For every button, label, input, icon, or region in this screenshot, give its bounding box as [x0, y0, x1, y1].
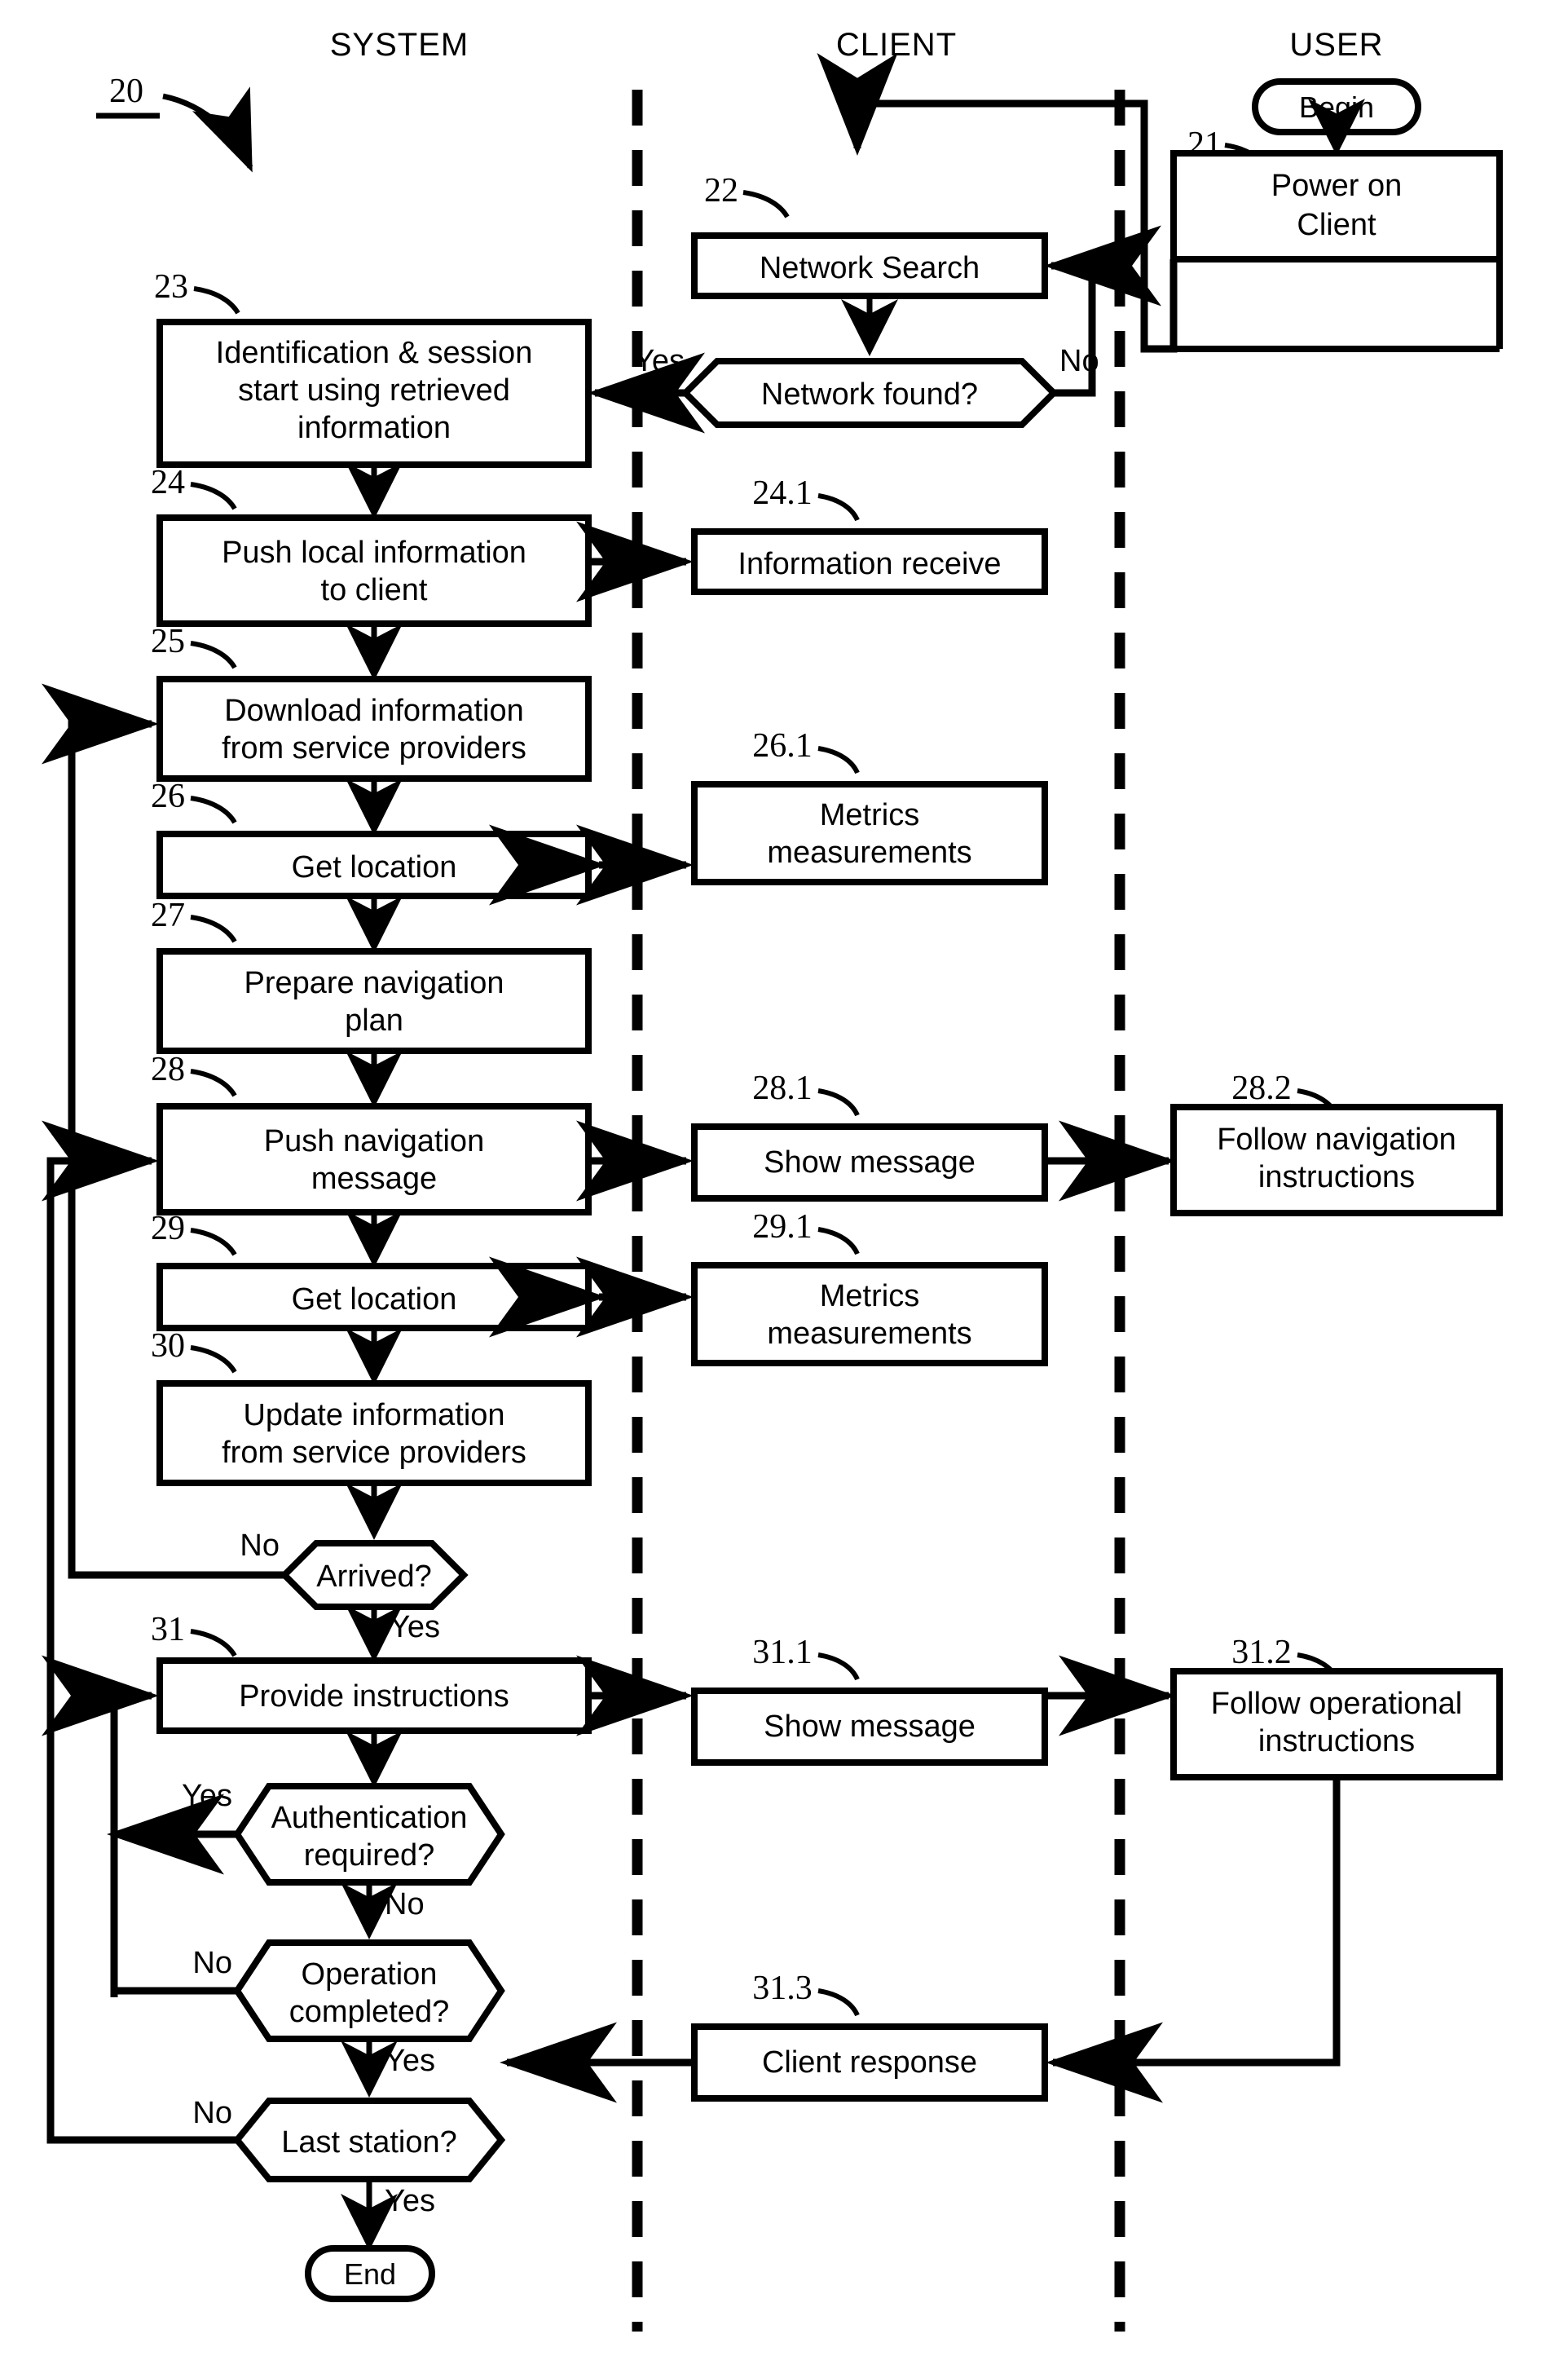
node-metrics-measurements-1-line2: measurements	[767, 836, 971, 870]
figure-ref-label: 20	[109, 73, 143, 110]
node-update-information-line2: from service providers	[222, 1436, 526, 1470]
node-follow-operational-instructions-line2: instructions	[1258, 1724, 1415, 1758]
ref-28-1: 28.1	[752, 1070, 813, 1107]
node-identification-session[interactable]: Identification & session start using ret…	[156, 319, 592, 468]
edge-label-arrived-no: No	[240, 1529, 280, 1563]
node-get-location-1[interactable]: Get location	[156, 831, 592, 899]
node-metrics-measurements-2-line2: measurements	[767, 1317, 971, 1351]
node-metrics-measurements-1-line1: Metrics	[820, 798, 919, 832]
ref-26-1: 26.1	[752, 727, 813, 765]
node-identification-session-line1: Identification & session	[216, 336, 533, 370]
node-push-navigation-message-line2: message	[311, 1162, 437, 1196]
node-update-information[interactable]: Update information from service provider…	[156, 1380, 592, 1486]
decision-last-station-label: Last station?	[281, 2125, 456, 2160]
node-information-receive[interactable]: Information receive	[691, 528, 1048, 595]
ref-28: 28	[151, 1051, 185, 1088]
node-identification-session-line2: start using retrieved	[238, 373, 510, 408]
node-prepare-navigation-plan-line2: plan	[345, 1004, 403, 1038]
lane-title-system: SYSTEM	[330, 27, 469, 63]
node-push-navigation-message-line1: Push navigation	[264, 1124, 484, 1158]
edge-label-laststation-yes: Yes	[385, 2184, 435, 2218]
node-client-response[interactable]: Client response	[691, 2023, 1048, 2102]
ref-31: 31	[151, 1611, 185, 1648]
node-network-search[interactable]: Network Search	[691, 232, 1048, 299]
ref-29: 29	[151, 1210, 185, 1247]
decision-authentication-required-line2: required?	[304, 1838, 435, 1873]
ref-31-1: 31.1	[752, 1634, 813, 1671]
node-power-on-client[interactable]: Power on Client	[1170, 150, 1503, 263]
node-push-navigation-message[interactable]: Push navigation message	[156, 1103, 592, 1215]
node-push-local-information-line2: to client	[321, 573, 428, 607]
node-client-response-label: Client response	[762, 2045, 977, 2080]
node-information-receive-label: Information receive	[738, 547, 1001, 581]
node-metrics-measurements-2-line1: Metrics	[820, 1279, 919, 1313]
ref-24-1: 24.1	[752, 474, 813, 512]
flowchart-figure: SYSTEM CLIENT USER 20 Begin 21 Power on …	[0, 0, 1568, 2378]
decision-arrived-label: Arrived?	[316, 1560, 432, 1594]
node-follow-operational-instructions[interactable]: Follow operational instructions	[1170, 1668, 1503, 1780]
node-follow-navigation-instructions-line2: instructions	[1258, 1160, 1415, 1194]
ref-29-1: 29.1	[752, 1208, 813, 1246]
node-show-message-1[interactable]: Show message	[691, 1123, 1048, 1202]
node-prepare-navigation-plan-line1: Prepare navigation	[244, 966, 504, 1000]
node-download-information-line2: from service providers	[222, 731, 526, 765]
ref-23: 23	[154, 268, 188, 306]
decision-operation-completed[interactable]: Operation completed?	[233, 1939, 505, 2042]
decision-network-found[interactable]: Network found?	[680, 358, 1059, 428]
node-show-message-2-label: Show message	[764, 1710, 976, 1744]
edge-label-auth-no: No	[385, 1887, 425, 1921]
node-provide-instructions[interactable]: Provide instructions	[156, 1657, 592, 1734]
node-show-message-2[interactable]: Show message	[691, 1688, 1048, 1766]
node-follow-operational-instructions-line1: Follow operational	[1211, 1687, 1462, 1721]
lane-title-user: USER	[1289, 27, 1383, 63]
edge-label-network-found-yes: Yes	[634, 344, 685, 378]
ref-31-2: 31.2	[1231, 1634, 1292, 1671]
node-show-message-1-label: Show message	[764, 1145, 976, 1180]
node-get-location-2[interactable]: Get location	[156, 1263, 592, 1331]
node-push-local-information-line1: Push local information	[222, 536, 526, 570]
decision-network-found-label: Network found?	[761, 377, 978, 412]
node-power-on-client-line2: Client	[1297, 208, 1376, 242]
lane-title-client: CLIENT	[836, 27, 957, 63]
node-metrics-measurements-1[interactable]: Metrics measurements	[691, 781, 1048, 885]
ref-28-2: 28.2	[1231, 1070, 1292, 1107]
edge-label-auth-yes: Yes	[182, 1779, 232, 1813]
edge-label-operation-yes: Yes	[385, 2044, 435, 2078]
ref-26: 26	[151, 778, 185, 815]
ref-24: 24	[151, 464, 185, 501]
edge-label-laststation-no: No	[192, 2096, 232, 2130]
node-download-information-line1: Download information	[224, 694, 524, 728]
ref-22: 22	[704, 172, 738, 210]
terminator-begin: Begin	[1252, 78, 1421, 135]
node-download-information[interactable]: Download information from service provid…	[156, 676, 592, 782]
ref-27: 27	[151, 897, 185, 934]
decision-operation-completed-line1: Operation	[302, 1957, 438, 1992]
node-get-location-2-label: Get location	[292, 1282, 457, 1317]
edge-label-operation-no: No	[192, 1946, 232, 1980]
decision-arrived[interactable]: Arrived?	[280, 1540, 469, 1610]
ref-25: 25	[151, 623, 185, 660]
node-get-location-1-label: Get location	[292, 850, 457, 885]
decision-authentication-required-line1: Authentication	[271, 1801, 468, 1835]
decision-operation-completed-line2: completed?	[289, 1995, 449, 2029]
node-update-information-line1: Update information	[243, 1398, 504, 1432]
node-metrics-measurements-2[interactable]: Metrics measurements	[691, 1262, 1048, 1366]
node-follow-navigation-instructions[interactable]: Follow navigation instructions	[1170, 1104, 1503, 1216]
terminator-end: End	[305, 2245, 435, 2302]
node-prepare-navigation-plan[interactable]: Prepare navigation plan	[156, 948, 592, 1054]
node-power-on-client-line1: Power on	[1271, 169, 1403, 203]
node-network-search-label: Network Search	[760, 251, 980, 285]
edge-label-arrived-yes: Yes	[390, 1610, 440, 1644]
node-provide-instructions-label: Provide instructions	[239, 1679, 509, 1714]
terminator-begin-label: Begin	[1299, 90, 1374, 124]
terminator-end-label: End	[344, 2257, 396, 2291]
decision-last-station[interactable]: Last station?	[232, 2098, 506, 2182]
decision-authentication-required[interactable]: Authentication required?	[233, 1783, 505, 1886]
node-identification-session-line3: information	[297, 411, 451, 445]
ref-31-3: 31.3	[752, 1970, 813, 2007]
node-push-local-information[interactable]: Push local information to client	[156, 514, 592, 627]
node-follow-navigation-instructions-line1: Follow navigation	[1217, 1123, 1456, 1157]
ref-30: 30	[151, 1327, 185, 1365]
